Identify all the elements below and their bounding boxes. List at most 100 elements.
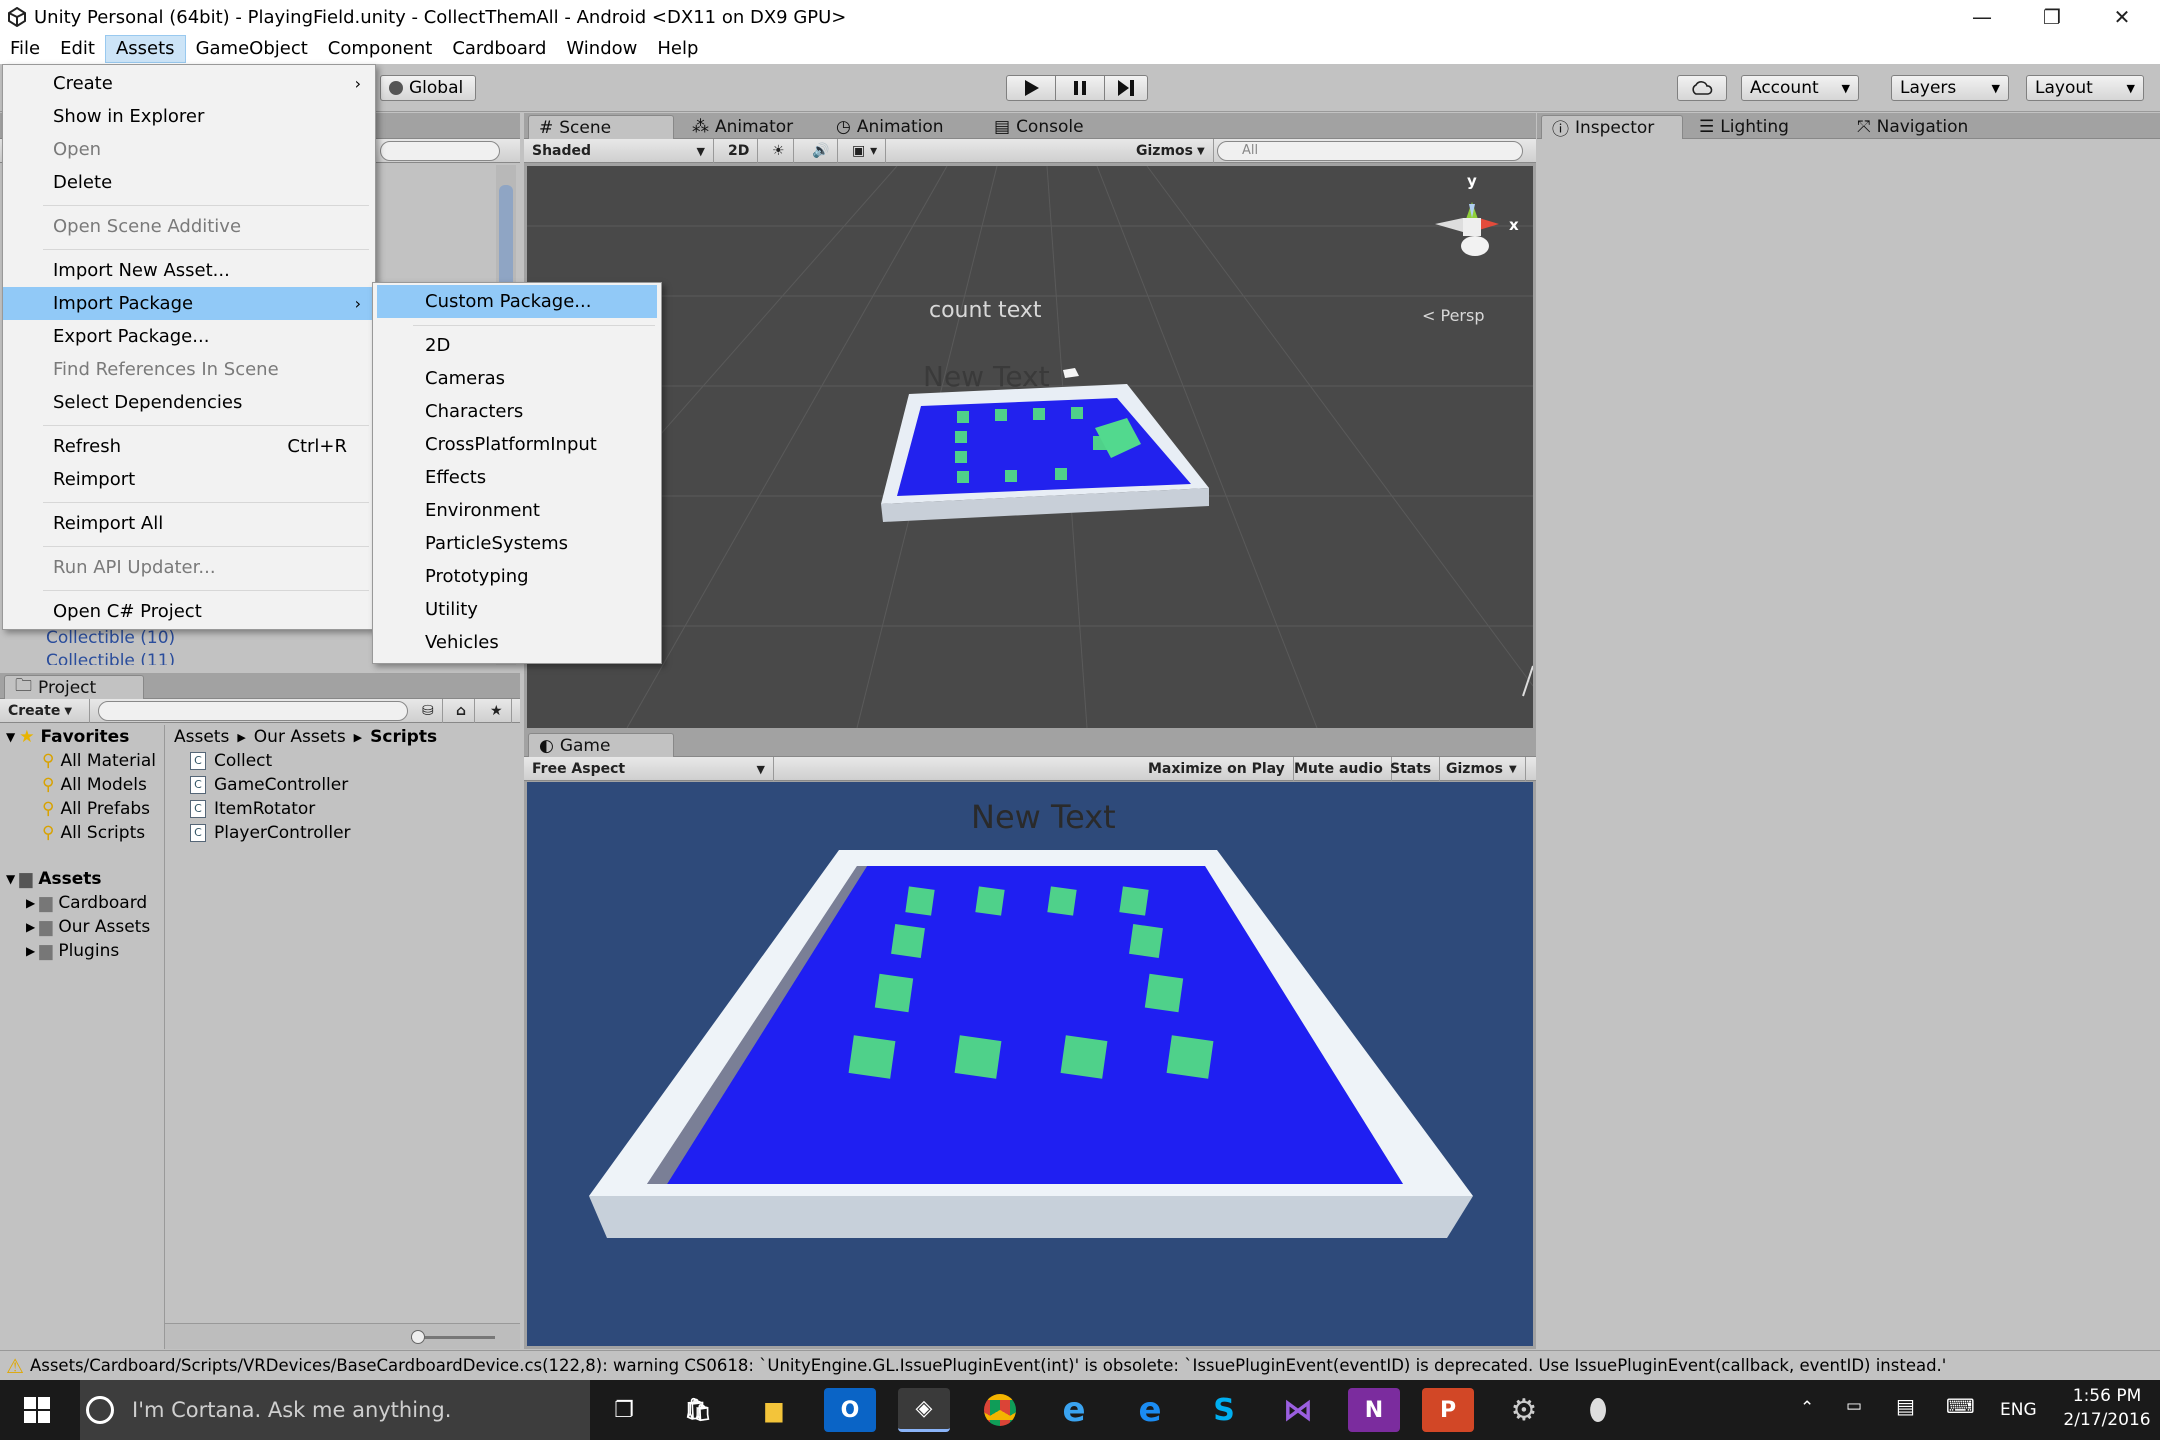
play-button[interactable] bbox=[1006, 75, 1056, 101]
menu-item-reimport-all[interactable]: Reimport All bbox=[3, 507, 375, 540]
battery-icon[interactable]: ▭ bbox=[1846, 1396, 1862, 1416]
menu-item-refresh[interactable]: Refresh Ctrl+R bbox=[3, 430, 375, 463]
powerpoint-icon[interactable]: P bbox=[1422, 1388, 1474, 1432]
project-search[interactable] bbox=[98, 701, 408, 721]
menu-window[interactable]: Window bbox=[556, 35, 647, 63]
menu-file[interactable]: File bbox=[0, 35, 50, 63]
submenu-item-crossplatforminput[interactable]: CrossPlatformInput bbox=[373, 428, 661, 461]
persp-label[interactable]: < Persp bbox=[1422, 306, 1485, 325]
chrome-icon[interactable] bbox=[974, 1388, 1026, 1432]
hierarchy-search[interactable] bbox=[380, 141, 500, 161]
tab-inspector[interactable]: ⓘ Inspector bbox=[1541, 115, 1683, 140]
project-create-dropdown[interactable]: Create ▼ bbox=[0, 699, 90, 723]
favorite-item[interactable]: ⚲ All Scripts bbox=[42, 823, 145, 843]
cortana-search[interactable]: I'm Cortana. Ask me anything. bbox=[80, 1380, 590, 1440]
tab-scene[interactable]: # Scene bbox=[528, 115, 674, 139]
submenu-item-environment[interactable]: Environment bbox=[373, 494, 661, 527]
tab-lighting[interactable]: ☰ Lighting bbox=[1689, 115, 1799, 139]
task-view-icon[interactable]: ❐ bbox=[598, 1388, 650, 1432]
step-button[interactable] bbox=[1104, 75, 1148, 101]
shading-dropdown[interactable]: Shaded ▼ bbox=[524, 139, 714, 163]
tray-chevron-icon[interactable]: ⌃ bbox=[1800, 1398, 1814, 1418]
asset-folder[interactable]: ▶ ▆ Plugins bbox=[26, 941, 119, 961]
submenu-item-characters[interactable]: Characters bbox=[373, 395, 661, 428]
slider-thumb[interactable] bbox=[411, 1330, 425, 1344]
onenote-icon[interactable]: N bbox=[1348, 1388, 1400, 1432]
breadcrumb-our-assets[interactable]: Our Assets bbox=[254, 727, 346, 747]
favorite-item[interactable]: ⚲ All Prefabs bbox=[42, 799, 150, 819]
stats-toggle[interactable]: Stats bbox=[1382, 757, 1441, 781]
menu-item-open[interactable]: Open bbox=[3, 133, 375, 166]
menu-item-open-scene-additive[interactable]: Open Scene Additive bbox=[3, 210, 375, 243]
status-bar[interactable]: ⚠ Assets/Cardboard/Scripts/VRDevices/Bas… bbox=[0, 1350, 2160, 1380]
search-type-icon[interactable]: ⛁ bbox=[414, 699, 443, 723]
menu-item-import-package[interactable]: Import Package › bbox=[3, 287, 375, 320]
maximize-on-play-toggle[interactable]: Maximize on Play bbox=[1140, 757, 1294, 781]
hierarchy-item[interactable]: Collectible (11) bbox=[46, 651, 175, 665]
outlook-icon[interactable]: O bbox=[824, 1388, 876, 1432]
mute-audio-toggle[interactable]: Mute audio bbox=[1286, 757, 1392, 781]
skype-icon[interactable]: S bbox=[1198, 1388, 1250, 1432]
menu-edit[interactable]: Edit bbox=[50, 35, 105, 63]
clock[interactable]: 1:56 PM 2/17/2016 bbox=[2062, 1386, 2152, 1430]
favorites-folder[interactable]: ▼ ★ Favorites bbox=[6, 727, 129, 747]
submenu-item-cameras[interactable]: Cameras bbox=[373, 362, 661, 395]
scene-audio-icon[interactable]: 🔊 bbox=[804, 139, 839, 163]
keyboard-icon[interactable]: ⌨ bbox=[1946, 1394, 1975, 1418]
menu-component[interactable]: Component bbox=[318, 35, 443, 63]
tab-navigation[interactable]: ⤧ Navigation bbox=[1847, 115, 1978, 139]
assets-folder[interactable]: ▼ ▆ Assets bbox=[6, 869, 101, 889]
menu-item-open-csharp-project[interactable]: Open C# Project bbox=[3, 595, 375, 628]
notification-icon[interactable]: ▤ bbox=[1896, 1394, 1915, 1418]
menu-item-show-in-explorer[interactable]: Show in Explorer bbox=[3, 100, 375, 133]
tab-game[interactable]: ◐ Game bbox=[528, 733, 674, 757]
unity-taskbar-icon[interactable]: ◈ bbox=[898, 1388, 950, 1432]
scene-search[interactable]: All bbox=[1217, 141, 1523, 161]
tab-console[interactable]: ▤ Console bbox=[984, 115, 1094, 139]
submenu-item-particlesystems[interactable]: ParticleSystems bbox=[373, 527, 661, 560]
minimize-button[interactable]: — bbox=[1950, 0, 2014, 34]
game-view[interactable]: New Text bbox=[527, 782, 1533, 1346]
menu-gameobject[interactable]: GameObject bbox=[186, 35, 318, 63]
scene-lighting-icon[interactable]: ☀ bbox=[764, 139, 794, 163]
pause-button[interactable] bbox=[1055, 75, 1105, 101]
mode-2d-toggle[interactable]: 2D bbox=[720, 139, 759, 163]
script-item[interactable]: C GameController bbox=[190, 775, 348, 795]
hierarchy-item[interactable]: Collectible (10) bbox=[46, 628, 175, 648]
menu-item-export-package[interactable]: Export Package... bbox=[3, 320, 375, 353]
menu-assets[interactable]: Assets bbox=[104, 35, 186, 63]
layers-dropdown[interactable]: Layers ▼ bbox=[1891, 75, 2009, 101]
aspect-dropdown[interactable]: Free Aspect ▼ bbox=[524, 757, 774, 781]
submenu-item-vehicles[interactable]: Vehicles bbox=[373, 626, 661, 659]
submenu-item-prototyping[interactable]: Prototyping bbox=[373, 560, 661, 593]
edge-icon[interactable]: e bbox=[1124, 1388, 1176, 1432]
file-explorer-icon[interactable]: ▆ bbox=[748, 1388, 800, 1432]
breadcrumb-assets[interactable]: Assets bbox=[174, 727, 229, 747]
scene-gizmos-dropdown[interactable]: Gizmos ▼ bbox=[1128, 139, 1214, 163]
script-item[interactable]: C ItemRotator bbox=[190, 799, 315, 819]
app-shield-icon[interactable]: ⬮ bbox=[1572, 1388, 1624, 1432]
menu-help[interactable]: Help bbox=[647, 35, 708, 63]
language-indicator[interactable]: ENG bbox=[2000, 1400, 2037, 1420]
tab-project[interactable]: 🗀 Project bbox=[4, 675, 144, 699]
menu-item-import-new-asset[interactable]: Import New Asset... bbox=[3, 254, 375, 287]
submenu-item-effects[interactable]: Effects bbox=[373, 461, 661, 494]
favorite-item[interactable]: ⚲ All Models bbox=[42, 775, 147, 795]
menu-item-delete[interactable]: Delete bbox=[3, 166, 375, 199]
account-dropdown[interactable]: Account ▼ bbox=[1741, 75, 1859, 101]
submenu-item-2d[interactable]: 2D bbox=[373, 329, 661, 362]
asset-folder[interactable]: ▶ ▆ Our Assets bbox=[26, 917, 150, 937]
layout-dropdown[interactable]: Layout ▼ bbox=[2026, 75, 2144, 101]
game-gizmos-dropdown[interactable]: Gizmos ▼ bbox=[1438, 757, 1526, 781]
menu-item-reimport[interactable]: Reimport bbox=[3, 463, 375, 496]
store-icon[interactable]: 🛍 bbox=[672, 1388, 724, 1432]
menu-cardboard[interactable]: Cardboard bbox=[442, 35, 556, 63]
tab-animation[interactable]: ◷ Animation bbox=[826, 115, 954, 139]
restore-button[interactable]: ❐ bbox=[2020, 0, 2084, 34]
scene-effects-icon[interactable]: ▣ ▾ bbox=[844, 139, 887, 163]
submenu-item-utility[interactable]: Utility bbox=[373, 593, 661, 626]
star-icon[interactable]: ★ bbox=[482, 699, 512, 723]
script-item[interactable]: C PlayerController bbox=[190, 823, 351, 843]
internet-explorer-icon[interactable]: e bbox=[1048, 1388, 1100, 1432]
close-button[interactable]: ✕ bbox=[2090, 0, 2154, 34]
